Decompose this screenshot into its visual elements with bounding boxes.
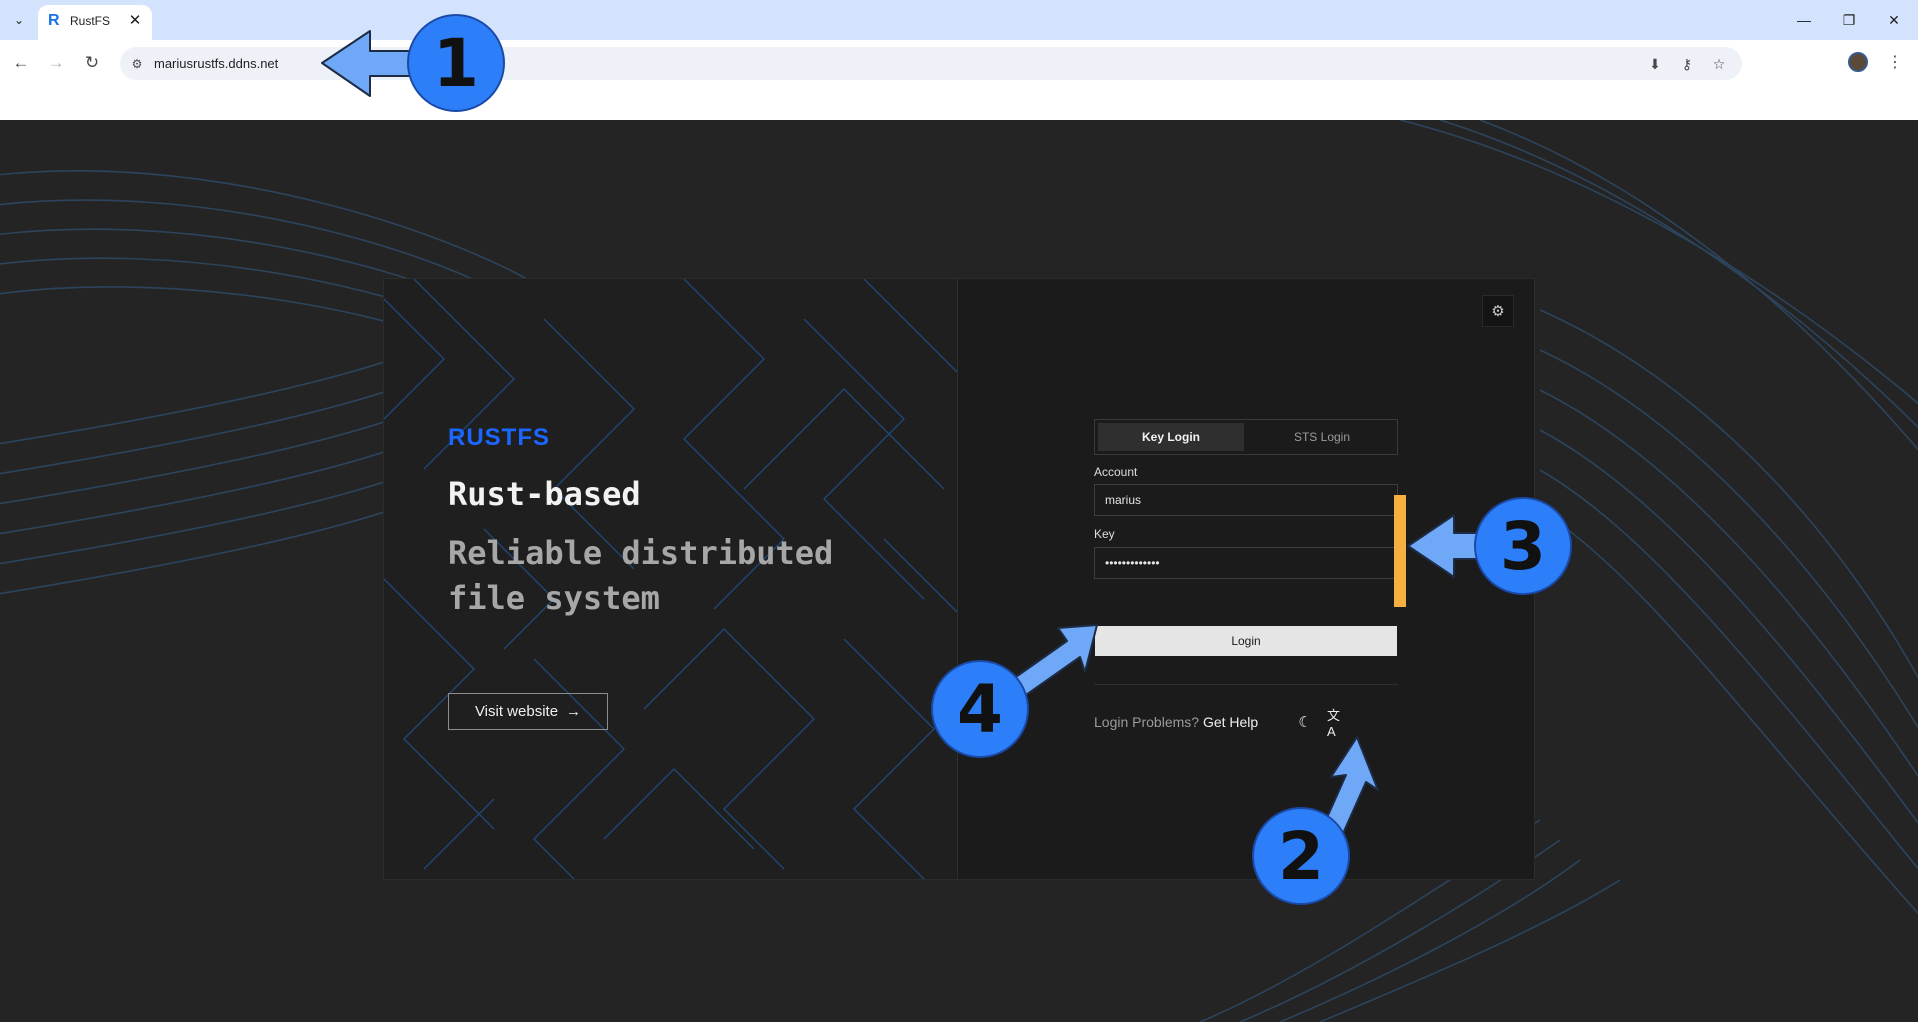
visit-website-label: Visit website bbox=[474, 703, 559, 720]
star-icon[interactable]: ☆ bbox=[1709, 54, 1729, 74]
browser-toolbar: ← → ↻ ⚙ mariusrustfs.ddns.net ⬇ ⚷ ☆ ⋮ bbox=[0, 40, 1918, 120]
install-app-icon[interactable]: ⬇ bbox=[1645, 54, 1665, 74]
minimize-icon[interactable]: — bbox=[1790, 8, 1818, 32]
rustfs-favicon-icon: R bbox=[48, 12, 60, 29]
login-card: RUSTFS Rust-based Reliable distributed f… bbox=[383, 278, 1535, 880]
hero-panel: RUSTFS Rust-based Reliable distributed f… bbox=[384, 279, 958, 879]
reload-icon[interactable]: ↻ bbox=[79, 50, 105, 76]
input-highlight-bracket bbox=[1394, 495, 1406, 607]
login-help: Login Problems? Get Help bbox=[1094, 714, 1258, 730]
key-icon[interactable]: ⚷ bbox=[1677, 54, 1697, 74]
help-prefix: Login Problems? bbox=[1094, 714, 1200, 730]
close-icon[interactable]: ✕ bbox=[126, 12, 144, 30]
gear-icon[interactable]: ⚙ bbox=[1482, 295, 1514, 327]
forward-arrow-icon[interactable]: → bbox=[43, 50, 69, 76]
login-mode-tabs: Key Login STS Login bbox=[1094, 419, 1398, 455]
restore-icon[interactable]: ❐ bbox=[1835, 8, 1863, 32]
account-label: Account bbox=[1094, 465, 1138, 479]
account-input[interactable]: marius bbox=[1094, 484, 1398, 516]
key-input[interactable]: ••••••••••••• bbox=[1094, 547, 1398, 579]
divider bbox=[1094, 684, 1398, 685]
rustfs-logo: RUSTFS bbox=[448, 424, 550, 451]
kebab-menu-icon[interactable]: ⋮ bbox=[1884, 50, 1906, 74]
address-bar[interactable]: ⚙ mariusrustfs.ddns.net ⬇ ⚷ ☆ bbox=[120, 47, 1742, 80]
chevron-down-icon[interactable]: ⌄ bbox=[8, 9, 30, 31]
tab-key-login[interactable]: Key Login bbox=[1098, 423, 1244, 451]
tune-icon[interactable]: ⚙ bbox=[128, 55, 146, 73]
moon-icon[interactable]: ☾ bbox=[1295, 712, 1315, 732]
translate-icon[interactable]: 文A bbox=[1327, 708, 1347, 739]
tab-title: RustFS bbox=[70, 14, 111, 28]
get-help-link[interactable]: Get Help bbox=[1203, 714, 1258, 730]
visit-website-button[interactable]: Visit website → bbox=[448, 693, 608, 730]
step-badge-4: 4 bbox=[931, 660, 1029, 758]
step-badge-1: 1 bbox=[407, 14, 505, 112]
tab-sts-login[interactable]: STS Login bbox=[1249, 423, 1395, 451]
hero-tagline: Reliable distributed file system bbox=[448, 534, 834, 617]
hero-headline: Rust-based bbox=[448, 475, 641, 513]
login-button[interactable]: Login bbox=[1095, 626, 1397, 656]
step-badge-2: 2 bbox=[1252, 807, 1350, 905]
page-background: RUSTFS Rust-based Reliable distributed f… bbox=[0, 120, 1918, 1022]
browser-tab-strip: ⌄ R RustFS ✕ — ❐ ✕ bbox=[0, 0, 1918, 40]
arrow-right-icon: → bbox=[566, 703, 582, 720]
login-panel: ⚙ Key Login STS Login Account marius Key… bbox=[958, 279, 1534, 879]
browser-tab[interactable]: R RustFS ✕ bbox=[38, 5, 152, 40]
key-label: Key bbox=[1094, 527, 1115, 541]
back-arrow-icon[interactable]: ← bbox=[8, 50, 34, 76]
url-text[interactable]: mariusrustfs.ddns.net bbox=[154, 56, 278, 71]
step-badge-3: 3 bbox=[1474, 497, 1572, 595]
profile-avatar[interactable] bbox=[1848, 52, 1868, 72]
close-window-icon[interactable]: ✕ bbox=[1880, 8, 1908, 32]
